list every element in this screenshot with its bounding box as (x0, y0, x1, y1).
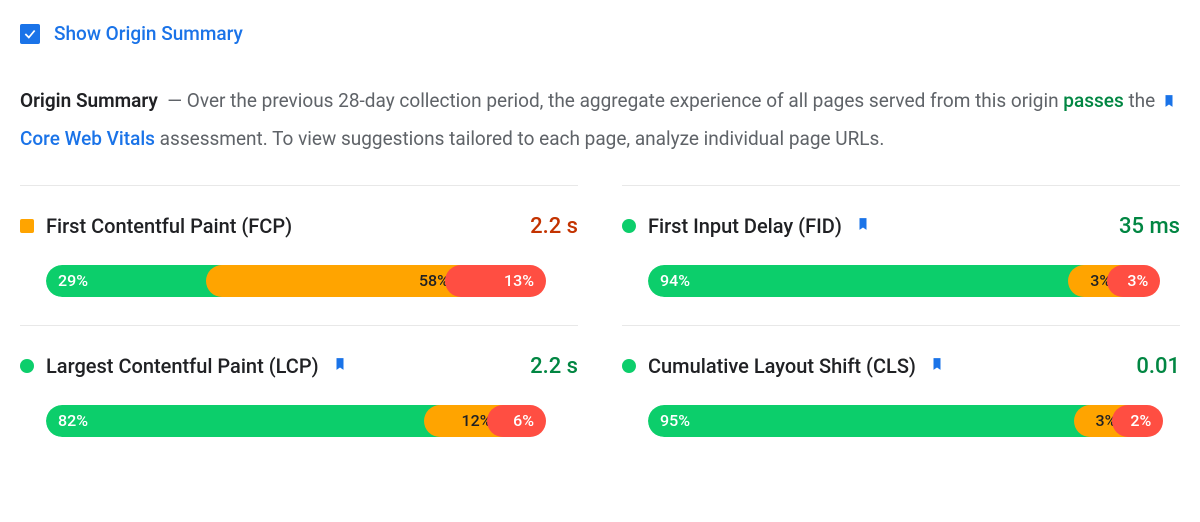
core-web-vitals-link[interactable]: Core Web Vitals (20, 127, 155, 150)
metric-lcp: Largest Contentful Paint (LCP) 2.2 s 82%… (20, 325, 578, 465)
metric-fid: First Input Delay (FID) 35 ms 94% 3% 3% (622, 185, 1180, 325)
origin-summary-text-2: the (1128, 89, 1155, 112)
bookmark-icon (1162, 85, 1176, 121)
bookmark-icon (333, 353, 347, 380)
segment-good: 82% (46, 405, 440, 437)
metric-cls: Cumulative Layout Shift (CLS) 0.01 95% 3… (622, 325, 1180, 465)
segment-bad: 2% (1112, 405, 1163, 437)
distribution-bar: 82% 12% 6% (46, 405, 578, 437)
segment-bad: 13% (445, 265, 546, 297)
metric-name: First Input Delay (FID) (648, 211, 842, 241)
segment-bad: 6% (487, 405, 546, 437)
bookmark-icon (856, 213, 870, 240)
segment-good: 29% (46, 265, 222, 297)
metric-header: First Input Delay (FID) 35 ms (622, 210, 1180, 243)
origin-summary-paragraph: Origin Summary — Over the previous 28-da… (20, 83, 1180, 157)
distribution-bar: 29% 58% 13% (46, 265, 578, 297)
segment-good: 94% (648, 265, 1084, 297)
distribution-bar: 94% 3% 3% (648, 265, 1180, 297)
passes-word: passes (1063, 89, 1123, 112)
status-circle-icon (622, 359, 636, 373)
segment-mid: 58% (206, 265, 461, 297)
status-circle-icon (622, 219, 636, 233)
metric-header: Largest Contentful Paint (LCP) 2.2 s (20, 350, 578, 383)
segment-bad: 3% (1107, 265, 1160, 297)
segment-good: 95% (648, 405, 1090, 437)
origin-summary-text-1: — Over the previous 28-day collection pe… (167, 89, 1058, 112)
origin-summary-title: Origin Summary (20, 89, 158, 112)
origin-summary-text-3: assessment. To view suggestions tailored… (160, 127, 885, 150)
metric-header: Cumulative Layout Shift (CLS) 0.01 (622, 350, 1180, 383)
metric-fcp: First Contentful Paint (FCP) 2.2 s 29% 5… (20, 185, 578, 325)
status-square-icon (20, 219, 34, 233)
metric-name: Cumulative Layout Shift (CLS) (648, 351, 916, 381)
metric-name: First Contentful Paint (FCP) (46, 211, 292, 241)
metric-header: First Contentful Paint (FCP) 2.2 s (20, 210, 578, 243)
status-circle-icon (20, 359, 34, 373)
metric-value: 2.2 s (530, 350, 578, 383)
distribution-bar: 95% 3% 2% (648, 405, 1180, 437)
show-origin-summary-row: Show Origin Summary (20, 20, 1180, 49)
metrics-grid: First Contentful Paint (FCP) 2.2 s 29% 5… (20, 185, 1180, 465)
show-origin-summary-checkbox[interactable] (20, 24, 40, 44)
metric-name: Largest Contentful Paint (LCP) (46, 351, 319, 381)
metric-value: 0.01 (1136, 350, 1180, 383)
metric-value: 35 ms (1119, 210, 1180, 243)
show-origin-summary-label[interactable]: Show Origin Summary (54, 20, 243, 49)
bookmark-icon (930, 353, 944, 380)
metric-value: 2.2 s (530, 210, 578, 243)
